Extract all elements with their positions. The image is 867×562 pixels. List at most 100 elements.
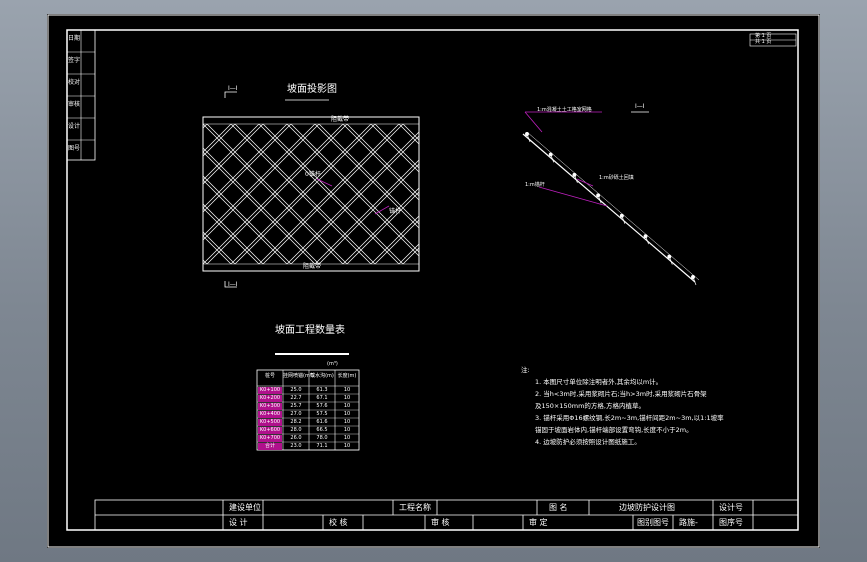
tb-builder-label: 建设单位: [229, 503, 261, 512]
lattice-line: [398, 243, 419, 264]
lattice-line: [398, 124, 419, 145]
anchor-head: [619, 213, 624, 218]
qty-table-cell: 10: [343, 395, 351, 401]
qty-table-header: 挂网喷锚(m²): [283, 373, 314, 379]
qty-table-cell: 61.3: [316, 387, 328, 393]
note-6: 4. 边坡防护必须按照设计图纸施工。: [535, 438, 641, 446]
lattice-line: [402, 247, 419, 264]
outer-frame: [47, 14, 820, 548]
anchor-label-left: 0锚杆: [305, 171, 321, 178]
section-view: [522, 111, 700, 286]
section-label-anchor: 1:m锚杆: [525, 182, 545, 188]
strip-label-sign: 签字: [68, 57, 81, 64]
qty-table-header: 长度(m): [337, 373, 357, 379]
tb-designer-label: 设 计: [229, 518, 248, 527]
anchor-head: [667, 254, 672, 259]
tb-design-no-label: 设计号: [719, 503, 743, 512]
strip-label-review: 审核: [68, 101, 81, 108]
note-2: 2. 当h<3m时,采用浆砌片石;当h>3m时,采用浆砌片石骨架: [535, 390, 707, 398]
anchor-head: [691, 275, 695, 279]
qty-table-cell: K0+400: [259, 411, 281, 417]
qty-table-cell: 71.1: [316, 443, 328, 449]
qty-table-cell: 10: [343, 387, 351, 393]
note-1: 1. 本图尺寸单位除注明者外,其余均以m计。: [535, 378, 663, 386]
tb-approver-label: 审 定: [529, 518, 548, 527]
qty-table-cell: K0+500: [259, 419, 281, 425]
bottom-interception-band-label: 阻截带: [303, 263, 322, 270]
qty-table-cell: 25.7: [290, 403, 302, 409]
qty-table-cell: 22.7: [290, 395, 302, 401]
tb-drawing-name-label: 图 名: [549, 503, 568, 512]
section-label-fill: 1:m砂砾土回填: [599, 175, 634, 181]
section-mark-top: I—I: [228, 85, 238, 92]
drawing-sheet: 日期 签字 校对 审核 设计 图号 第 1 页 共 1 页 坡面投影图 I—I …: [47, 14, 820, 548]
tb-project-label: 工程名称: [399, 503, 431, 512]
lattice-line: [427, 124, 567, 264]
qty-table-cell: 26.0: [290, 435, 302, 441]
anchor-label-right: 锚杆: [389, 208, 402, 215]
drawing-canvas: [47, 14, 820, 548]
lattice-line: [203, 259, 208, 264]
anchor-head: [548, 152, 553, 157]
qty-table-cell: 67.1: [316, 395, 328, 401]
lattice-line: [487, 124, 627, 264]
qty-table-header: 截水沟(m): [310, 373, 334, 379]
qty-table-cell: 28.2: [290, 419, 302, 425]
qty-table-cell: 10: [343, 403, 351, 409]
elevation-title: 坡面投影图: [287, 84, 337, 95]
strip-label-check: 校对: [68, 79, 81, 86]
tb-drawing-name: 边坡防护设计图: [619, 503, 675, 512]
tb-reviewer-label: 审 核: [431, 518, 450, 527]
lattice-line: [483, 124, 623, 264]
note-4: 3. 锚杆采用Φ16螺纹钢,长2m~3m,锚杆间距2m~3m,以1:1坡率: [535, 414, 724, 422]
lattice-line: [455, 124, 595, 264]
tb-checker-label: 校 核: [329, 518, 348, 527]
lattice-line: [431, 124, 571, 264]
qty-table-cell: 28.0: [290, 427, 302, 433]
lattice-line: [539, 124, 679, 264]
qty-table-cell: K0+100: [259, 387, 281, 393]
qty-table-header: 桩号: [264, 373, 275, 379]
qty-table-cell: K0+200: [259, 395, 281, 401]
lattice-line: [459, 124, 599, 264]
qty-table-cell: 66.5: [316, 427, 328, 433]
anchor-head: [525, 132, 529, 136]
section-mark-bottom: I—I: [228, 281, 238, 288]
qty-table-cell: K0+300: [259, 403, 281, 409]
qty-table-cell: 23.0: [290, 443, 302, 449]
strip-label-drawing-no: 图号: [68, 145, 81, 152]
lattice-line: [203, 124, 208, 129]
elevation-view: [202, 91, 679, 288]
notes: 注: 1. 本图尺寸单位除注明者外,其余均以m计。 2. 当h<3m时,采用浆砌…: [521, 364, 781, 448]
qty-table-cell: K0+600: [259, 427, 281, 433]
lattice-line: [427, 124, 567, 264]
note-3: 及150×150mm的方格,方格内植草。: [535, 402, 645, 410]
lattice-line: [203, 124, 204, 125]
lattice-line: [539, 124, 679, 264]
qty-table-cell: 10: [343, 427, 351, 433]
lattice-line: [487, 124, 627, 264]
section-title: I—I: [635, 103, 645, 110]
qty-table-cell: 合计: [264, 443, 275, 449]
lattice-line: [511, 124, 651, 264]
cad-viewer: 日期 签字 校对 审核 设计 图号 第 1 页 共 1 页 坡面投影图 I—I …: [0, 0, 867, 562]
qty-table-cell: 10: [343, 435, 351, 441]
top-interception-band-label: 阻截带: [331, 116, 350, 123]
qty-table-cell: K0+700: [259, 435, 281, 441]
anchor-head: [596, 193, 601, 198]
qty-table-cell: 25.0: [290, 387, 302, 393]
tb-drawing-no-label: 图别图号: [637, 518, 669, 527]
qty-table-cell: 10: [343, 443, 351, 449]
qty-table-cell: 27.0: [290, 411, 302, 417]
qty-table-cell: 61.6: [316, 419, 328, 425]
strip-label-date: 日期: [68, 35, 81, 42]
qty-table-cell: 78.0: [316, 435, 328, 441]
note-5: 锚固于坡面岩体内,锚杆端部设置弯钩,长度不小于2m。: [535, 426, 693, 434]
qty-table-unit: (m³): [327, 361, 338, 367]
notes-title: 注:: [521, 366, 530, 374]
anchor-head: [572, 172, 577, 177]
qty-table-title: 坡面工程数量表: [275, 325, 345, 336]
qty-table-cell: 10: [343, 411, 351, 417]
lattice-line: [431, 124, 571, 264]
lattice-line: [459, 124, 599, 264]
